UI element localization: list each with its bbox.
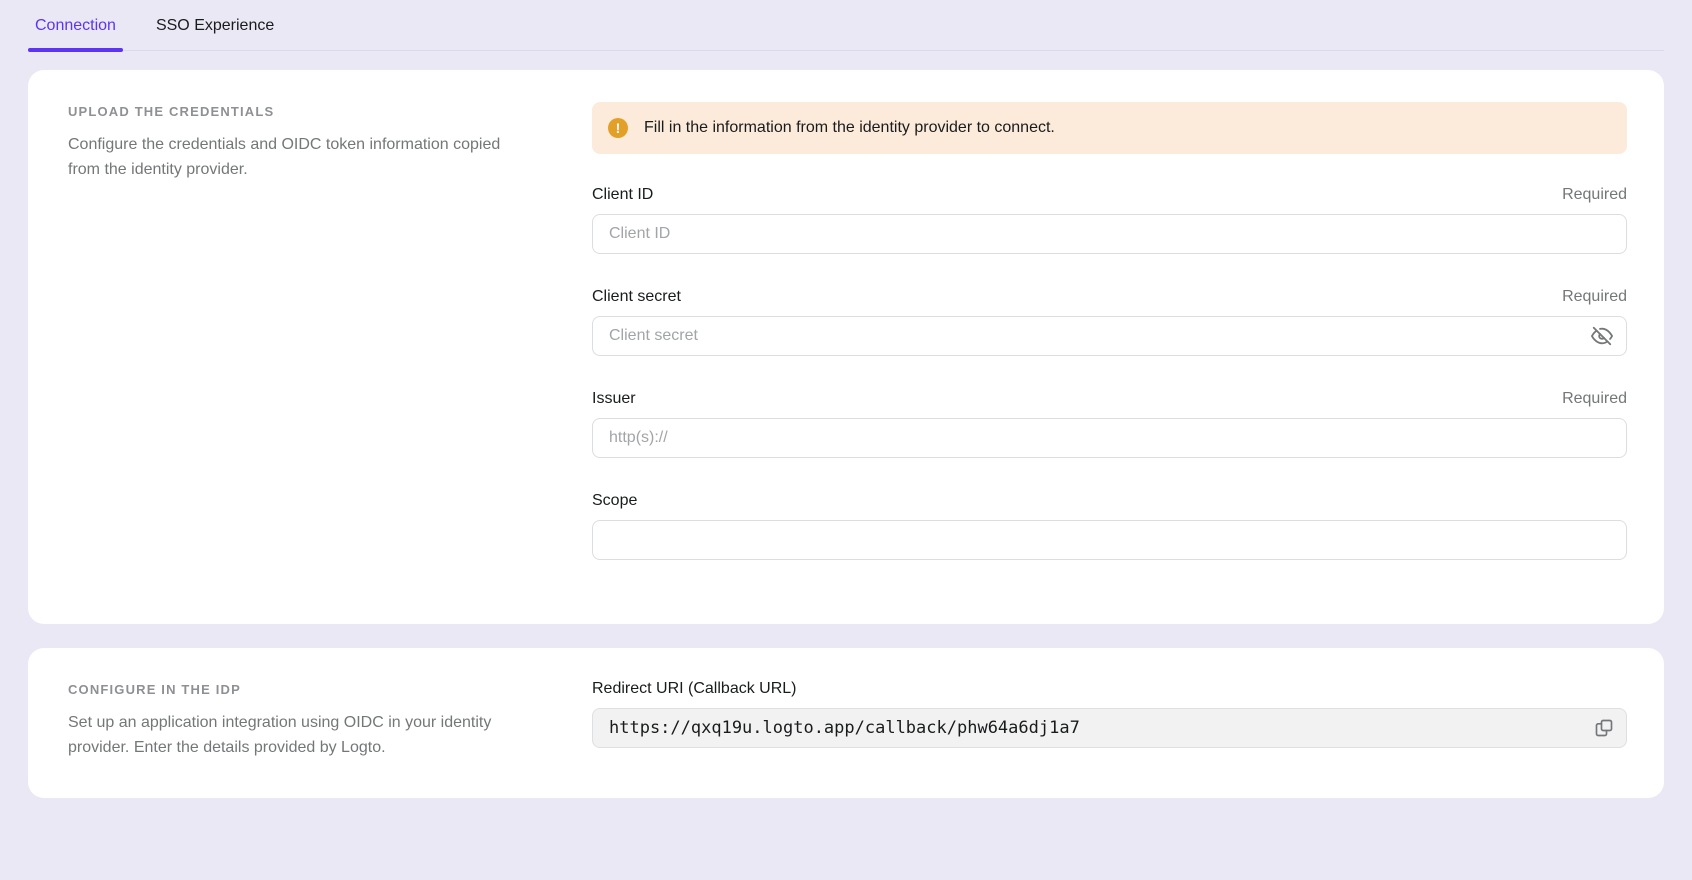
tab-bar: Connection SSO Experience: [28, 0, 1664, 51]
idp-card: CONFIGURE IN THE IDP Set up an applicati…: [28, 648, 1664, 798]
redirect-uri-label: Redirect URI (Callback URL): [592, 680, 797, 698]
form-field: Client secret Required: [592, 288, 1627, 356]
redirect-uri-value: https://qxq19u.logto.app/callback/phw64a…: [609, 718, 1592, 738]
redirect-uri-readonly-field: https://qxq19u.logto.app/callback/phw64a…: [592, 708, 1627, 748]
field-required-badge: Required: [1562, 288, 1627, 306]
field-input[interactable]: [592, 316, 1627, 356]
field-label: Client secret: [592, 288, 681, 306]
credentials-card-intro: UPLOAD THE CREDENTIALS Configure the cre…: [68, 102, 513, 560]
redirect-uri-field-head: Redirect URI (Callback URL): [592, 680, 1627, 698]
idp-card-intro: CONFIGURE IN THE IDP Set up an applicati…: [68, 680, 513, 760]
copy-button[interactable]: [1592, 716, 1616, 740]
field-required-badge: Required: [1562, 186, 1627, 204]
form-field: Issuer Required: [592, 390, 1627, 458]
eye-off-icon: [1591, 325, 1613, 347]
tab-sso-experience[interactable]: SSO Experience: [149, 13, 281, 50]
field-input-wrap: [592, 316, 1627, 356]
credentials-section-description: Configure the credentials and OIDC token…: [68, 132, 513, 182]
field-label: Client ID: [592, 186, 653, 204]
form-field-head: Issuer Required: [592, 390, 1627, 408]
form-field-head: Client ID Required: [592, 186, 1627, 204]
form-field: Client ID Required: [592, 186, 1627, 254]
form-field-head: Scope: [592, 492, 1627, 510]
idp-section-description: Set up an application integration using …: [68, 710, 513, 760]
form-field: Scope: [592, 492, 1627, 560]
alert-message: Fill in the information from the identit…: [644, 119, 1055, 137]
field-required-badge: Required: [1562, 390, 1627, 408]
field-label: Scope: [592, 492, 637, 510]
credentials-card: UPLOAD THE CREDENTIALS Configure the cre…: [28, 70, 1664, 624]
idp-card-body: Redirect URI (Callback URL) https://qxq1…: [592, 680, 1627, 760]
credentials-card-body: ! Fill in the information from the ident…: [592, 102, 1627, 560]
field-input-wrap: [592, 418, 1627, 458]
credentials-section-title: UPLOAD THE CREDENTIALS: [68, 104, 513, 119]
field-input-wrap: [592, 214, 1627, 254]
field-input-wrap: [592, 520, 1627, 560]
idp-section-title: CONFIGURE IN THE IDP: [68, 682, 513, 697]
form-field-head: Client secret Required: [592, 288, 1627, 306]
field-input[interactable]: [592, 520, 1627, 560]
tab-connection[interactable]: Connection: [28, 13, 123, 50]
alert-circle-icon: !: [608, 118, 628, 138]
copy-icon: [1594, 718, 1614, 738]
field-label: Issuer: [592, 390, 636, 408]
toggle-secret-visibility-button[interactable]: [1589, 323, 1615, 349]
credentials-form: Client ID Required Client secret Require…: [592, 186, 1627, 560]
field-input[interactable]: [592, 418, 1627, 458]
redirect-uri-field-group: Redirect URI (Callback URL) https://qxq1…: [592, 680, 1627, 748]
alert-banner: ! Fill in the information from the ident…: [592, 102, 1627, 154]
sso-connector-page: Connection SSO Experience UPLOAD THE CRE…: [0, 0, 1692, 880]
tabs: Connection SSO Experience: [28, 13, 1664, 50]
field-input[interactable]: [592, 214, 1627, 254]
